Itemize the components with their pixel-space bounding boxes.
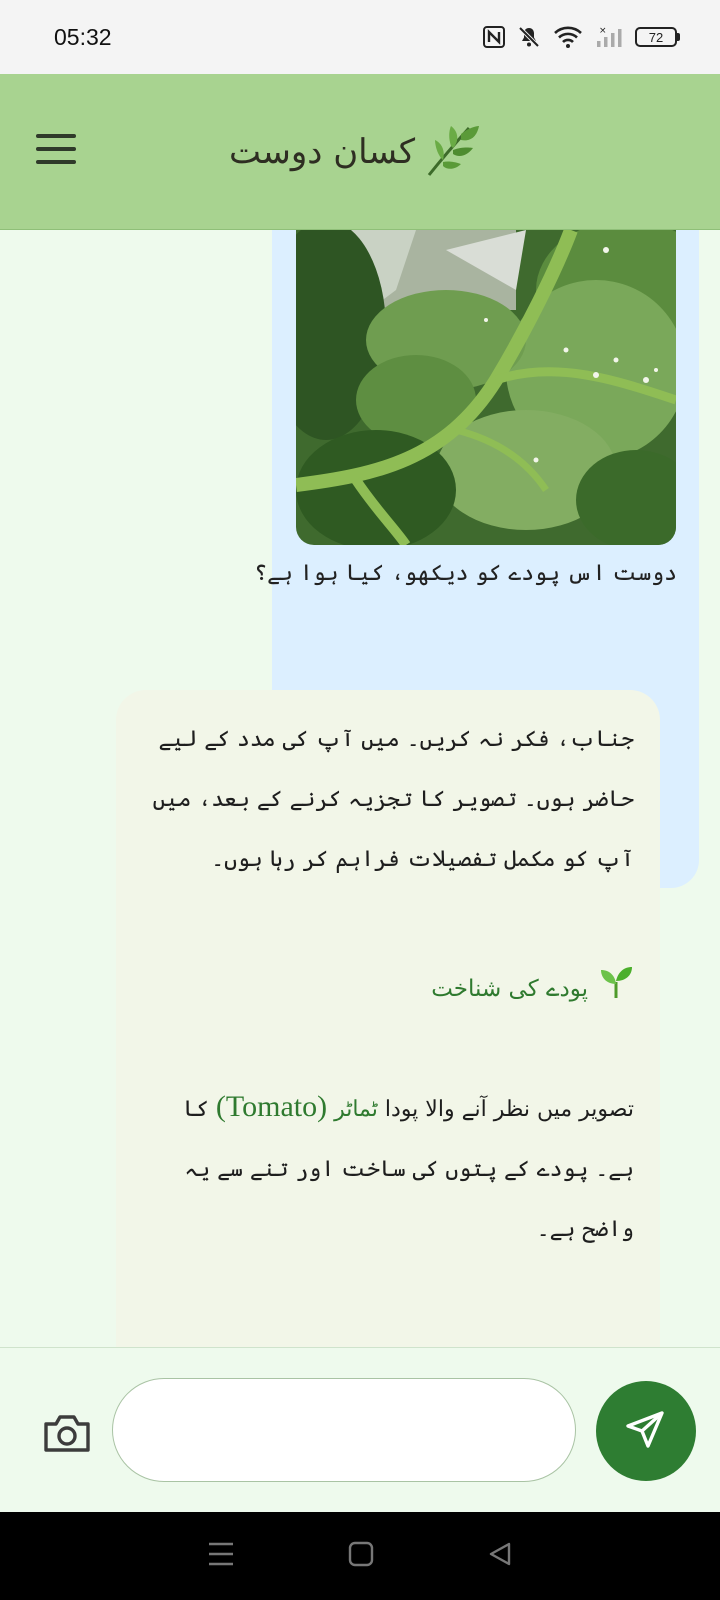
status-time: 05:32 [54,23,112,50]
leaf-icon [421,120,481,184]
home-icon[interactable] [348,1541,374,1571]
app-bar: کسان دوست [0,74,720,230]
status-icons: × 72 [483,25,680,49]
app-title-wrap: کسان دوست [229,120,481,184]
svg-text:×: × [599,26,607,36]
plant-identification-text: تصویر میں نظر آنے والا پودا ٹماٹر (Tomat… [140,1077,634,1260]
mute-icon [517,25,541,49]
signal-icon: × [595,25,623,49]
plant-identification-heading: پودے کی شناخت [140,964,634,1013]
user-message-text: دوست اس پودے کو دیکھو، کیا ہوا ہے؟ [254,561,677,586]
send-icon [624,1407,668,1455]
heading-text: پودے کی شناخت [431,975,588,1002]
bot-message-intro: جناب، فکر نہ کریں۔ میں آپ کی مدد کے لیے … [152,727,634,872]
seedling-icon [598,964,634,1013]
plant-name-english: (Tomato) [215,1090,328,1123]
system-nav-bar [0,1512,720,1600]
status-bar: 05:32 × 72 [0,0,720,74]
hamburger-menu-icon[interactable] [36,134,76,166]
bot-message-bubble: جناب، فکر نہ کریں۔ میں آپ کی مدد کے لیے … [116,690,660,1347]
camera-icon[interactable] [42,1412,92,1454]
wifi-icon [553,25,583,49]
battery-tip [677,33,680,41]
back-icon[interactable] [487,1541,513,1571]
id-text-before: تصویر میں نظر آنے والا پودا [384,1097,634,1122]
tomato-plant-leaves-photo[interactable] [296,230,676,545]
battery-icon: 72 [635,27,680,47]
plant-name-urdu: ٹماٹر [334,1097,378,1122]
recents-icon[interactable] [207,1541,235,1571]
nfc-icon [483,26,505,48]
message-input[interactable] [112,1378,576,1482]
app-title: کسان دوست [228,131,416,172]
send-button[interactable] [596,1381,696,1481]
chat-area[interactable]: دوست اس پودے کو دیکھو، کیا ہوا ہے؟ جناب،… [0,230,720,1347]
input-bar [0,1347,720,1512]
battery-level: 72 [635,27,677,47]
